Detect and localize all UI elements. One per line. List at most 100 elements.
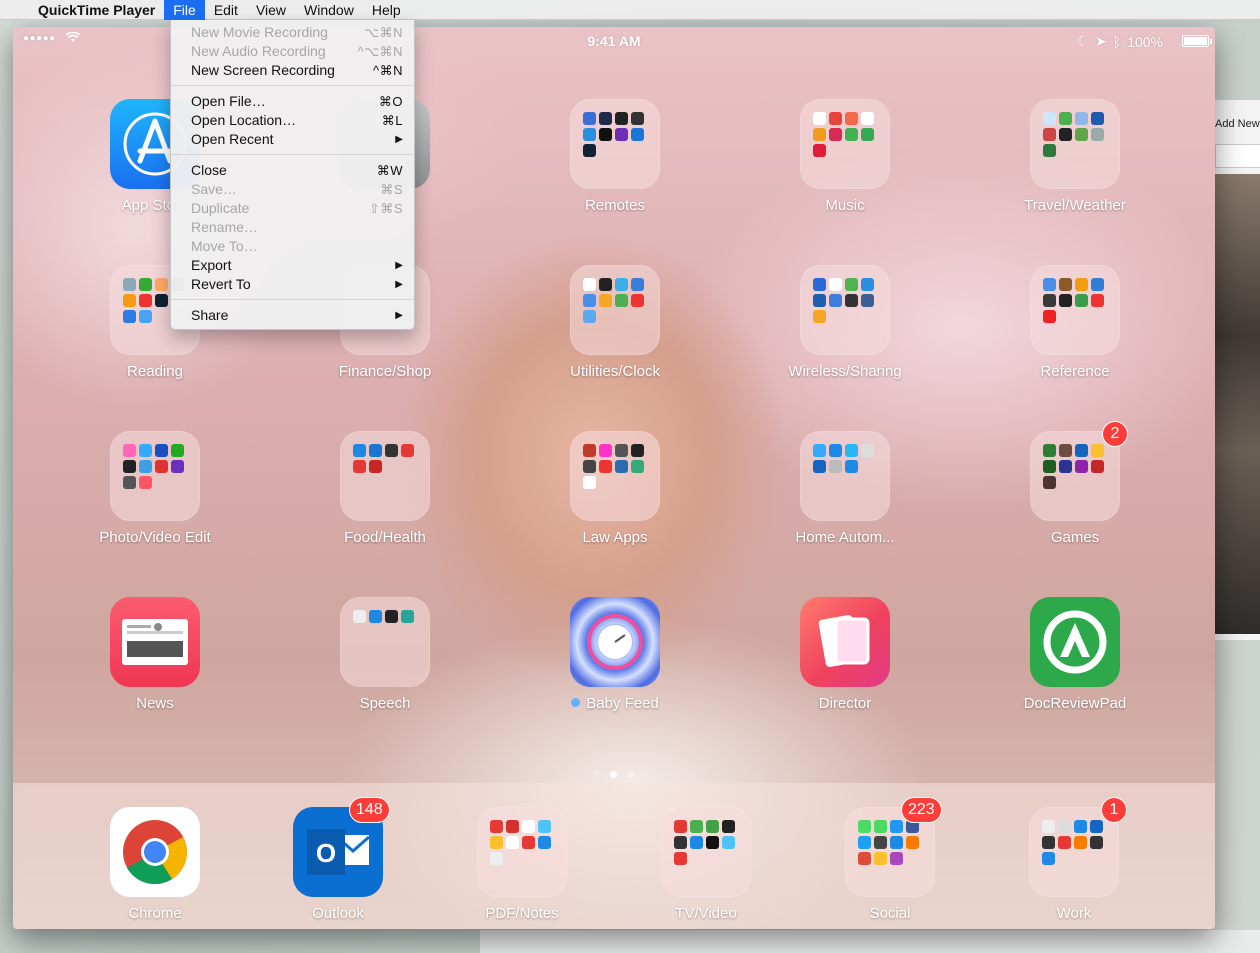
menu-separator — [171, 299, 414, 300]
folder-icon[interactable] — [1030, 99, 1120, 189]
bluetooth-icon: ᛒ — [1112, 33, 1122, 50]
menu-item-open-file[interactable]: Open File… ⌘O — [171, 92, 414, 111]
folder-icon[interactable] — [661, 807, 751, 897]
app-baby-feed[interactable]: Baby Feed — [570, 597, 660, 712]
app-label: Food/Health — [344, 529, 426, 546]
folder-food-health[interactable]: Food/Health — [340, 431, 430, 546]
menu-item-label: Open File… — [191, 93, 266, 109]
add-new-label[interactable]: Add New — [1215, 118, 1260, 130]
folder-icon[interactable] — [340, 431, 430, 521]
folder-icon[interactable] — [570, 431, 660, 521]
folder-wireless-sharing[interactable]: Wireless/Sharing — [788, 265, 902, 380]
dock-pdf-notes[interactable]: PDF/Notes — [477, 807, 567, 922]
menu-item-label: Rename… — [191, 219, 258, 235]
menu-item-shortcut: ⌘O — [378, 94, 403, 109]
app-label: Games — [1050, 529, 1100, 546]
menu-item-label: Export — [191, 257, 232, 273]
menu-item-new-screen-recording[interactable]: New Screen Recording ^⌘N — [171, 61, 414, 80]
director-icon[interactable] — [800, 597, 890, 687]
folder-photo-video-edit[interactable]: Photo/Video Edit — [99, 431, 211, 546]
menu-item-label: Move To… — [191, 238, 258, 254]
menu-item-share[interactable]: Share ▶ — [171, 306, 414, 325]
app-label: Music — [825, 197, 865, 214]
app-label: Outlook — [312, 905, 364, 922]
menu-item-label: Revert To — [191, 276, 251, 292]
page-indicator[interactable]: ⚲ — [593, 769, 635, 780]
app-label: DocReviewPad — [1023, 695, 1127, 712]
app-label: Chrome — [128, 905, 182, 922]
notification-badge: 148 — [349, 797, 390, 823]
folder-home-automation[interactable]: Home Autom... — [795, 431, 895, 546]
submenu-arrow-icon: ▶ — [395, 310, 403, 321]
menu-window[interactable]: Window — [295, 0, 363, 20]
menu-separator — [171, 154, 414, 155]
app-label: Reference — [1040, 363, 1110, 380]
submenu-arrow-icon: ▶ — [395, 260, 403, 271]
menu-item-duplicate: Duplicate ⇧⌘S — [171, 199, 414, 218]
menu-item-close[interactable]: Close ⌘W — [171, 161, 414, 180]
menu-item-label: Open Location… — [191, 112, 297, 128]
folder-icon[interactable] — [477, 807, 567, 897]
folder-icon[interactable] — [800, 431, 890, 521]
menu-item-open-recent[interactable]: Open Recent ▶ — [171, 130, 414, 149]
folder-icon[interactable] — [1030, 265, 1120, 355]
background-photo — [1215, 174, 1260, 634]
submenu-arrow-icon: ▶ — [395, 134, 403, 145]
battery-icon — [1182, 35, 1212, 47]
folder-icon[interactable] — [340, 597, 430, 687]
menu-item-shortcut: ⌘S — [380, 182, 403, 197]
folder-games[interactable]: 2 Games — [1030, 421, 1128, 546]
menu-item-label: New Movie Recording — [191, 24, 328, 40]
menu-item-new-movie-recording: New Movie Recording ⌥⌘N — [171, 23, 414, 42]
menu-item-label: Save… — [191, 181, 237, 197]
app-label: Social — [869, 905, 911, 922]
app-director[interactable]: Director — [800, 597, 890, 712]
app-label: Speech — [359, 695, 411, 712]
app-docreviewpad[interactable]: DocReviewPad — [1024, 597, 1126, 712]
chrome-icon[interactable] — [110, 807, 200, 897]
menu-help[interactable]: Help — [363, 0, 410, 20]
background-window[interactable]: Add New — [1210, 100, 1260, 640]
app-label: PDF/Notes — [485, 905, 559, 922]
app-label: Travel/Weather — [1024, 197, 1126, 214]
folder-speech[interactable]: Speech — [340, 597, 430, 712]
folder-law-apps[interactable]: Law Apps — [570, 431, 660, 546]
folder-reference[interactable]: Reference — [1030, 265, 1120, 380]
menu-view[interactable]: View — [247, 0, 295, 20]
app-label: Wireless/Sharing — [788, 363, 902, 380]
folder-utilities-clock[interactable]: Utilities/Clock — [570, 265, 660, 380]
submenu-arrow-icon: ▶ — [395, 279, 403, 290]
menu-item-label: Open Recent — [191, 131, 274, 147]
dock-chrome[interactable]: Chrome — [110, 807, 200, 922]
background-field[interactable] — [1215, 144, 1260, 168]
folder-remotes[interactable]: Remotes — [570, 99, 660, 214]
menu-item-revert-to[interactable]: Revert To ▶ — [171, 275, 414, 294]
dock-work[interactable]: 1 Work — [1029, 797, 1127, 922]
app-label: Reading — [127, 363, 183, 380]
menu-item-open-location[interactable]: Open Location… ⌘L — [171, 111, 414, 130]
app-label: TV/Video — [675, 905, 737, 922]
folder-icon[interactable] — [800, 99, 890, 189]
docreviewpad-icon[interactable] — [1030, 597, 1120, 687]
news-icon[interactable] — [110, 597, 200, 687]
notification-badge: 1 — [1101, 797, 1127, 823]
dock-tv-video[interactable]: TV/Video — [661, 807, 751, 922]
baby-feed-icon[interactable] — [570, 597, 660, 687]
folder-icon[interactable] — [570, 265, 660, 355]
menu-file[interactable]: File — [164, 0, 205, 20]
folder-icon[interactable] — [110, 431, 200, 521]
app-menu[interactable]: QuickTime Player — [24, 2, 164, 18]
folder-icon[interactable] — [570, 99, 660, 189]
menu-item-export[interactable]: Export ▶ — [171, 256, 414, 275]
background-strip — [480, 930, 1260, 953]
menu-item-save: Save… ⌘S — [171, 180, 414, 199]
dock-social[interactable]: 223 Social — [845, 797, 942, 922]
folder-music[interactable]: Music — [800, 99, 890, 214]
menu-edit[interactable]: Edit — [205, 0, 247, 20]
app-label: Remotes — [584, 197, 646, 214]
app-news[interactable]: News — [110, 597, 200, 712]
folder-icon[interactable] — [800, 265, 890, 355]
dock-outlook[interactable]: 148 O Outlook — [293, 797, 390, 922]
folder-travel-weather[interactable]: Travel/Weather — [1024, 99, 1126, 214]
new-app-dot — [571, 698, 581, 707]
